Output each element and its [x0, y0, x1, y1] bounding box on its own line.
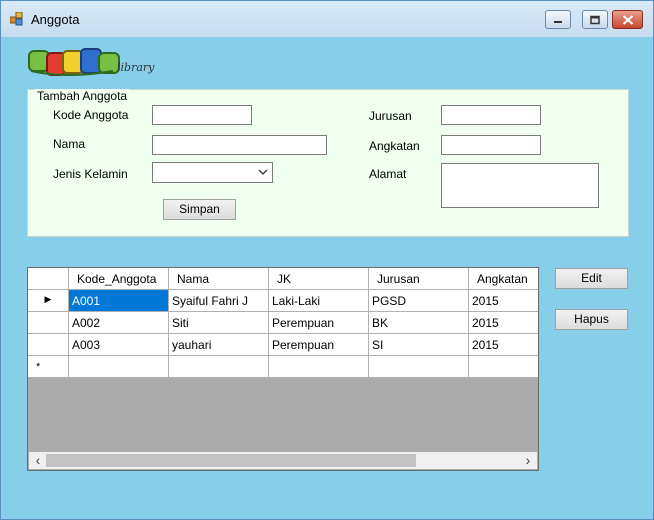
group-title: Tambah Anggota: [35, 89, 130, 103]
column-header-angkatan[interactable]: Angkatan: [469, 268, 538, 290]
table-cell[interactable]: [469, 356, 538, 378]
table-cell[interactable]: Syaiful Fahri J: [169, 290, 269, 312]
table-cell[interactable]: A001: [69, 290, 169, 312]
kode-anggota-input[interactable]: [152, 105, 252, 125]
chevron-down-icon: [258, 169, 268, 175]
jurusan-label: Jurusan: [369, 109, 412, 123]
table-cell[interactable]: [269, 356, 369, 378]
minimize-button[interactable]: [545, 10, 571, 29]
close-button[interactable]: [612, 10, 643, 29]
hapus-button[interactable]: Hapus: [555, 309, 628, 330]
row-header[interactable]: [28, 334, 69, 356]
anggota-datagrid[interactable]: Kode_Anggota Nama JK Jurusan Angkatan ▶ …: [27, 267, 539, 471]
maximize-button[interactable]: [582, 10, 608, 29]
edit-button[interactable]: Edit: [555, 268, 628, 289]
angkatan-label: Angkatan: [369, 139, 420, 153]
kode-anggota-label: Kode Anggota: [53, 108, 129, 122]
row-header[interactable]: [28, 312, 69, 334]
table-cell[interactable]: A002: [69, 312, 169, 334]
table-cell[interactable]: [69, 356, 169, 378]
nama-input[interactable]: [152, 135, 327, 155]
table-cell[interactable]: 2015: [469, 312, 538, 334]
grid-corner-cell[interactable]: [28, 268, 69, 290]
table-cell[interactable]: yauhari: [169, 334, 269, 356]
table-cell[interactable]: 2015: [469, 334, 538, 356]
row-header-current-icon[interactable]: ▶: [28, 290, 69, 312]
logo-subtitle: library: [117, 61, 155, 74]
table-cell[interactable]: Laki-Laki: [269, 290, 369, 312]
scrollbar-thumb[interactable]: [46, 454, 416, 467]
horizontal-scrollbar[interactable]: ‹ ›: [29, 452, 537, 469]
jenis-kelamin-label: Jenis Kelamin: [53, 167, 128, 181]
angkatan-input[interactable]: [441, 135, 541, 155]
table-cell[interactable]: PGSD: [369, 290, 469, 312]
maximize-icon: [590, 15, 600, 24]
simpan-button[interactable]: Simpan: [163, 199, 236, 220]
jurusan-input[interactable]: [441, 105, 541, 125]
nama-label: Nama: [53, 137, 86, 151]
alamat-textarea[interactable]: [441, 163, 599, 208]
scroll-right-icon[interactable]: ›: [521, 452, 535, 469]
table-cell[interactable]: Perempuan: [269, 334, 369, 356]
table-cell[interactable]: SI: [369, 334, 469, 356]
column-header-kode-anggota[interactable]: Kode_Anggota: [69, 268, 169, 290]
column-header-nama[interactable]: Nama: [169, 268, 269, 290]
table-cell[interactable]: Siti: [169, 312, 269, 334]
scroll-left-icon[interactable]: ‹: [31, 452, 45, 469]
window-title: Anggota: [31, 12, 80, 27]
table-cell[interactable]: A003: [69, 334, 169, 356]
title-bar[interactable]: Anggota: [1, 1, 653, 37]
table-cell[interactable]: 2015: [469, 290, 538, 312]
app-icon: [10, 12, 23, 26]
column-header-jk[interactable]: JK: [269, 268, 369, 290]
minimize-icon: [554, 20, 562, 23]
new-row-icon[interactable]: *: [28, 356, 69, 378]
column-header-jurusan[interactable]: Jurusan: [369, 268, 469, 290]
table-cell[interactable]: [169, 356, 269, 378]
anggota-window: Anggota library Tambah Anggota Kode Angg…: [0, 0, 654, 520]
table-cell[interactable]: [369, 356, 469, 378]
table-cell[interactable]: Perempuan: [269, 312, 369, 334]
close-icon: [622, 14, 633, 25]
jenis-kelamin-select[interactable]: [152, 162, 273, 183]
alamat-label: Alamat: [369, 167, 407, 181]
table-cell[interactable]: BK: [369, 312, 469, 334]
